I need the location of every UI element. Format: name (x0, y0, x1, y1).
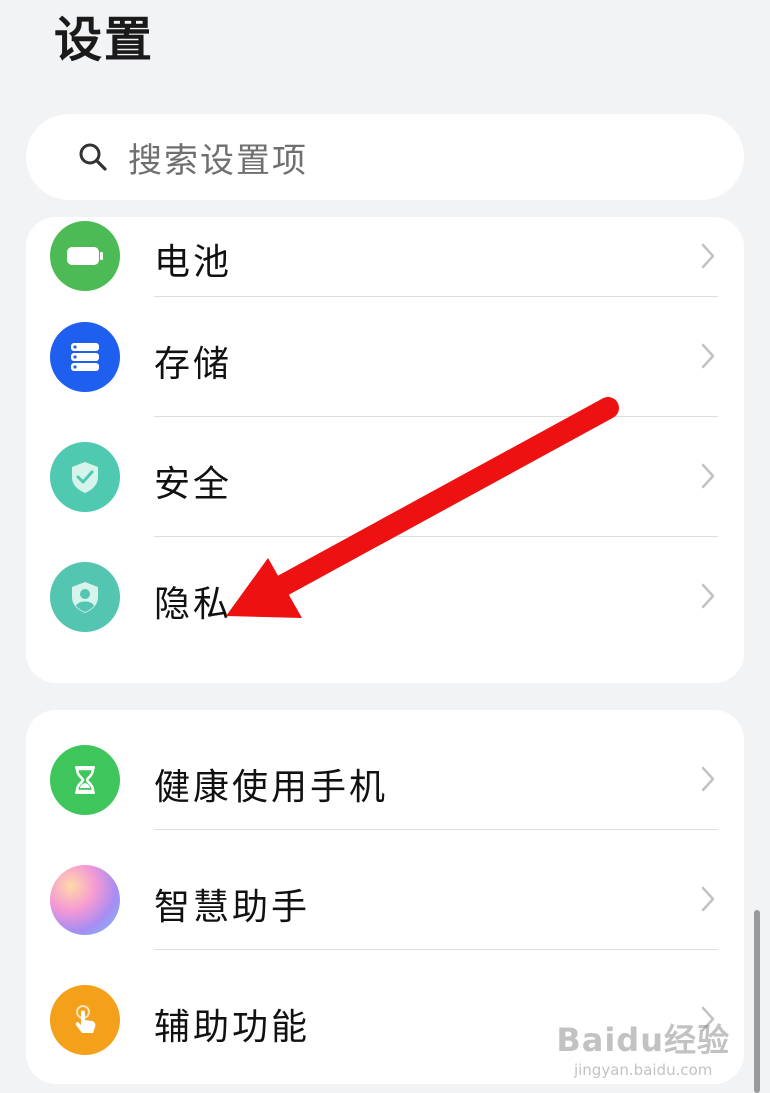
chevron-right-icon (701, 766, 715, 792)
hand-pointer-icon (50, 985, 120, 1055)
settings-group-device: 电池 存储 安全 隐私 (26, 217, 744, 683)
page-title: 设置 (54, 12, 155, 68)
scrollbar[interactable] (754, 910, 760, 1093)
assistant-orb-icon (50, 865, 120, 935)
privacy-shield-icon (50, 562, 120, 632)
settings-item-privacy[interactable]: 隐私 (26, 537, 744, 657)
chevron-right-icon (701, 886, 715, 912)
watermark: Baidu经验 jingyan.baidu.com (556, 1015, 730, 1079)
search-icon (79, 143, 107, 171)
settings-item-digital-balance[interactable]: 健康使用手机 (26, 710, 744, 830)
search-placeholder: 搜索设置项 (128, 140, 308, 181)
watermark-url: jingyan.baidu.com (573, 1061, 713, 1079)
watermark-logo: Baidu经验 (556, 1021, 730, 1059)
settings-item-label: 健康使用手机 (154, 767, 389, 808)
hourglass-icon (50, 745, 120, 815)
chevron-right-icon (701, 343, 715, 369)
settings-item-label: 辅助功能 (154, 1007, 311, 1048)
battery-icon (50, 221, 120, 291)
settings-item-label: 隐私 (154, 584, 233, 625)
chevron-right-icon (701, 463, 715, 489)
storage-icon (50, 322, 120, 392)
settings-item-smart-assistant[interactable]: 智慧助手 (26, 830, 744, 950)
settings-item-label: 存储 (154, 344, 233, 385)
settings-item-label: 安全 (154, 464, 233, 505)
shield-check-icon (50, 442, 120, 512)
chevron-right-icon (701, 583, 715, 609)
settings-item-label: 电池 (154, 242, 233, 283)
chevron-right-icon (701, 243, 715, 269)
settings-item-security[interactable]: 安全 (26, 417, 744, 537)
settings-item-battery[interactable]: 电池 (26, 217, 744, 297)
settings-item-storage[interactable]: 存储 (26, 297, 744, 417)
settings-item-label: 智慧助手 (154, 887, 311, 928)
search-bar[interactable]: 搜索设置项 (26, 114, 744, 200)
